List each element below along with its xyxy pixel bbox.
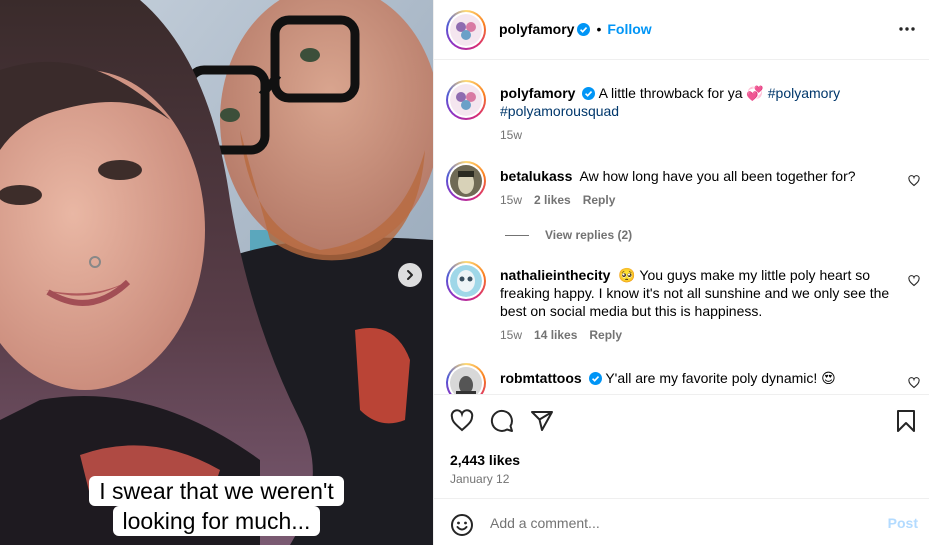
reply-button[interactable]: Reply <box>583 193 616 207</box>
next-media-button[interactable] <box>398 263 422 287</box>
post-media[interactable]: I swear that we weren't looking for much… <box>0 0 433 545</box>
comment-body: Y'all are my favorite poly dynamic! 😍 <box>605 370 836 386</box>
caption-text: polyfamory A little throwback for ya 💞 #… <box>500 84 900 120</box>
comment-text: robmtattoos Y'all are my favorite poly d… <box>500 369 900 387</box>
verified-icon <box>577 22 591 36</box>
view-replies-label: View replies (2) <box>545 228 633 242</box>
comment-username[interactable]: nathalieinthecity <box>500 267 610 283</box>
heart-icon[interactable] <box>908 377 920 389</box>
header-user: polyfamory • Follow <box>499 21 652 37</box>
chevron-right-icon <box>407 270 413 280</box>
post-date[interactable]: January 12 <box>450 472 509 486</box>
post-dialog: I swear that we weren't looking for much… <box>0 0 929 545</box>
avatar <box>450 14 482 46</box>
comment-username[interactable]: robmtattoos <box>500 370 582 386</box>
comment-avatar-ring[interactable] <box>446 261 486 301</box>
avatar <box>450 84 482 116</box>
comment-time[interactable]: 15w <box>500 193 522 207</box>
separator: • <box>596 21 602 37</box>
caption-time[interactable]: 15w <box>500 128 522 142</box>
avatar <box>450 165 482 197</box>
comment-text: nathalieinthecity 🥺 You guys make my lit… <box>500 266 900 320</box>
comments-list[interactable]: polyfamory A little throwback for ya 💞 #… <box>434 61 929 394</box>
comment-time[interactable]: 15w <box>500 328 522 342</box>
reply-button[interactable]: Reply <box>589 328 622 342</box>
comment-avatar-ring[interactable] <box>446 363 486 394</box>
post-photo <box>0 0 433 545</box>
hashtag-link[interactable]: #polyamory <box>768 85 840 101</box>
likes-count[interactable]: 2,443 likes <box>450 452 520 468</box>
hashtag-link[interactable]: #polyamorousquad <box>500 103 619 119</box>
bookmark-icon[interactable] <box>894 409 918 433</box>
comment-meta: 15w 14 likes Reply <box>500 328 622 342</box>
emoji-icon[interactable] <box>450 513 474 537</box>
post-panel: polyfamory • Follow polyfamory A little … <box>433 0 929 545</box>
comment-input[interactable] <box>490 512 870 534</box>
caption-username[interactable]: polyfamory <box>500 85 575 101</box>
story-ring[interactable] <box>446 10 486 50</box>
comment-item: nathalieinthecity 🥺 You guys make my lit… <box>434 261 929 351</box>
share-icon[interactable] <box>530 409 554 433</box>
heart-icon[interactable] <box>450 409 474 433</box>
post-header: polyfamory • Follow <box>434 0 929 60</box>
post-actions: 2,443 likes January 12 <box>434 394 929 498</box>
view-replies-button[interactable]: View replies (2) <box>505 228 632 242</box>
heart-icon[interactable] <box>908 275 920 287</box>
verified-icon <box>588 372 602 385</box>
comment-likes[interactable]: 14 likes <box>534 328 577 342</box>
divider <box>505 234 529 236</box>
header-username[interactable]: polyfamory <box>499 21 574 37</box>
comment-icon[interactable] <box>490 409 514 433</box>
follow-button[interactable]: Follow <box>607 21 651 37</box>
caption-line-2: looking for much... <box>112 506 321 536</box>
comment-body: Aw how long have you all been together f… <box>579 168 856 184</box>
comment-meta: 15w 2 likes Reply <box>500 193 615 207</box>
caption-meta: 15w <box>500 128 522 142</box>
comment-text: betalukass Aw how long have you all been… <box>500 167 900 185</box>
heart-icon[interactable] <box>908 175 920 187</box>
verified-icon <box>582 87 596 100</box>
post-caption: polyfamory A little throwback for ya 💞 #… <box>434 61 929 151</box>
comment-item: robmtattoos Y'all are my favorite poly d… <box>434 363 929 394</box>
comment-username[interactable]: betalukass <box>500 168 572 184</box>
avatar <box>450 367 482 394</box>
comment-likes[interactable]: 2 likes <box>534 193 571 207</box>
caption-avatar-ring[interactable] <box>446 80 486 120</box>
avatar <box>450 265 482 297</box>
comment-item: betalukass Aw how long have you all been… <box>434 161 929 221</box>
comment-avatar-ring[interactable] <box>446 161 486 201</box>
caption-line-1: I swear that we weren't <box>89 476 344 506</box>
caption-body: A little throwback for ya 💞 <box>598 85 764 101</box>
add-comment-bar: Post <box>434 498 929 545</box>
more-horizontal-icon[interactable] <box>898 20 916 38</box>
media-caption: I swear that we weren't looking for much… <box>0 476 433 536</box>
post-button[interactable]: Post <box>888 515 918 531</box>
